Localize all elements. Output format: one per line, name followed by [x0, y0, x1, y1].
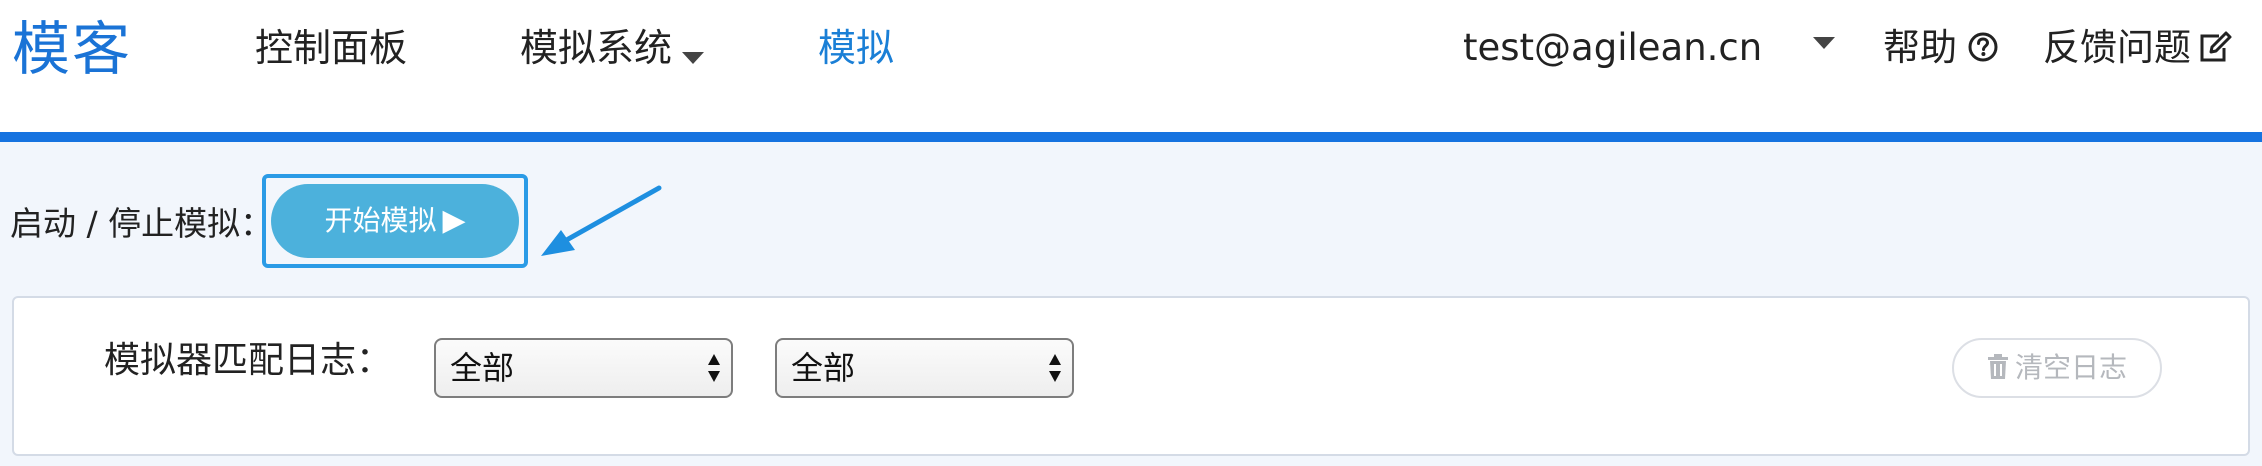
feedback-link[interactable]: 反馈问题 — [2043, 22, 2233, 74]
simulation-page: 模客 控制面板 模拟系统 模拟 test@agilean.cn 帮助 反馈问题 … — [0, 0, 2262, 466]
top-navbar: 模客 控制面板 模拟系统 模拟 test@agilean.cn 帮助 反馈问题 — [0, 0, 2262, 132]
user-menu[interactable]: test@agilean.cn — [1463, 22, 1762, 74]
chevron-down-icon — [682, 25, 705, 77]
nav-dashboard[interactable]: 控制面板 — [255, 22, 407, 74]
nav-simulation-system[interactable]: 模拟系统 — [520, 22, 705, 77]
nav-simulation-system-label: 模拟系统 — [520, 26, 673, 70]
start-simulation-label: 开始模拟 — [324, 204, 437, 237]
help-link[interactable]: 帮助 — [1883, 22, 1999, 74]
user-email: test@agilean.cn — [1463, 26, 1763, 69]
matching-log-label: 模拟器匹配日志： — [104, 340, 393, 381]
updown-arrows-icon — [708, 354, 720, 382]
header-accent-bar — [0, 132, 2262, 142]
clear-log-button[interactable]: 清空日志 — [1952, 338, 2162, 398]
log-filter-select-2[interactable]: 全部 — [775, 338, 1074, 398]
start-simulation-button[interactable]: 开始模拟 ▶ — [271, 184, 519, 258]
updown-arrows-icon — [1049, 354, 1061, 382]
question-circle-icon — [1968, 32, 1998, 61]
nav-simulate-label: 模拟 — [818, 26, 895, 70]
play-icon: ▶ — [442, 203, 466, 238]
user-menu-chevron-down-icon[interactable] — [1813, 34, 1835, 53]
annotation-arrow-icon — [541, 185, 662, 256]
start-button-highlight: 开始模拟 ▶ — [262, 174, 528, 268]
log-filter-1-value: 全部 — [450, 349, 515, 387]
main-content: 启动 / 停止模拟： 开始模拟 ▶ 模拟器匹配日志： 全部 全部 清空日志 — [0, 142, 2262, 466]
feedback-label: 反馈问题 — [2043, 26, 2191, 69]
log-filter-select-1[interactable]: 全部 — [434, 338, 733, 398]
simulation-control-label: 启动 / 停止模拟： — [10, 204, 274, 243]
help-label: 帮助 — [1883, 26, 1957, 69]
trash-icon — [1987, 354, 2008, 379]
edit-icon — [2200, 31, 2232, 61]
brand-logo[interactable]: 模客 — [12, 14, 132, 84]
log-filter-2-value: 全部 — [791, 349, 856, 387]
clear-log-label: 清空日志 — [2014, 351, 2127, 384]
matching-log-panel: 模拟器匹配日志： 全部 全部 清空日志 — [12, 296, 2250, 456]
nav-dashboard-label: 控制面板 — [255, 26, 408, 70]
nav-simulate[interactable]: 模拟 — [818, 22, 894, 74]
